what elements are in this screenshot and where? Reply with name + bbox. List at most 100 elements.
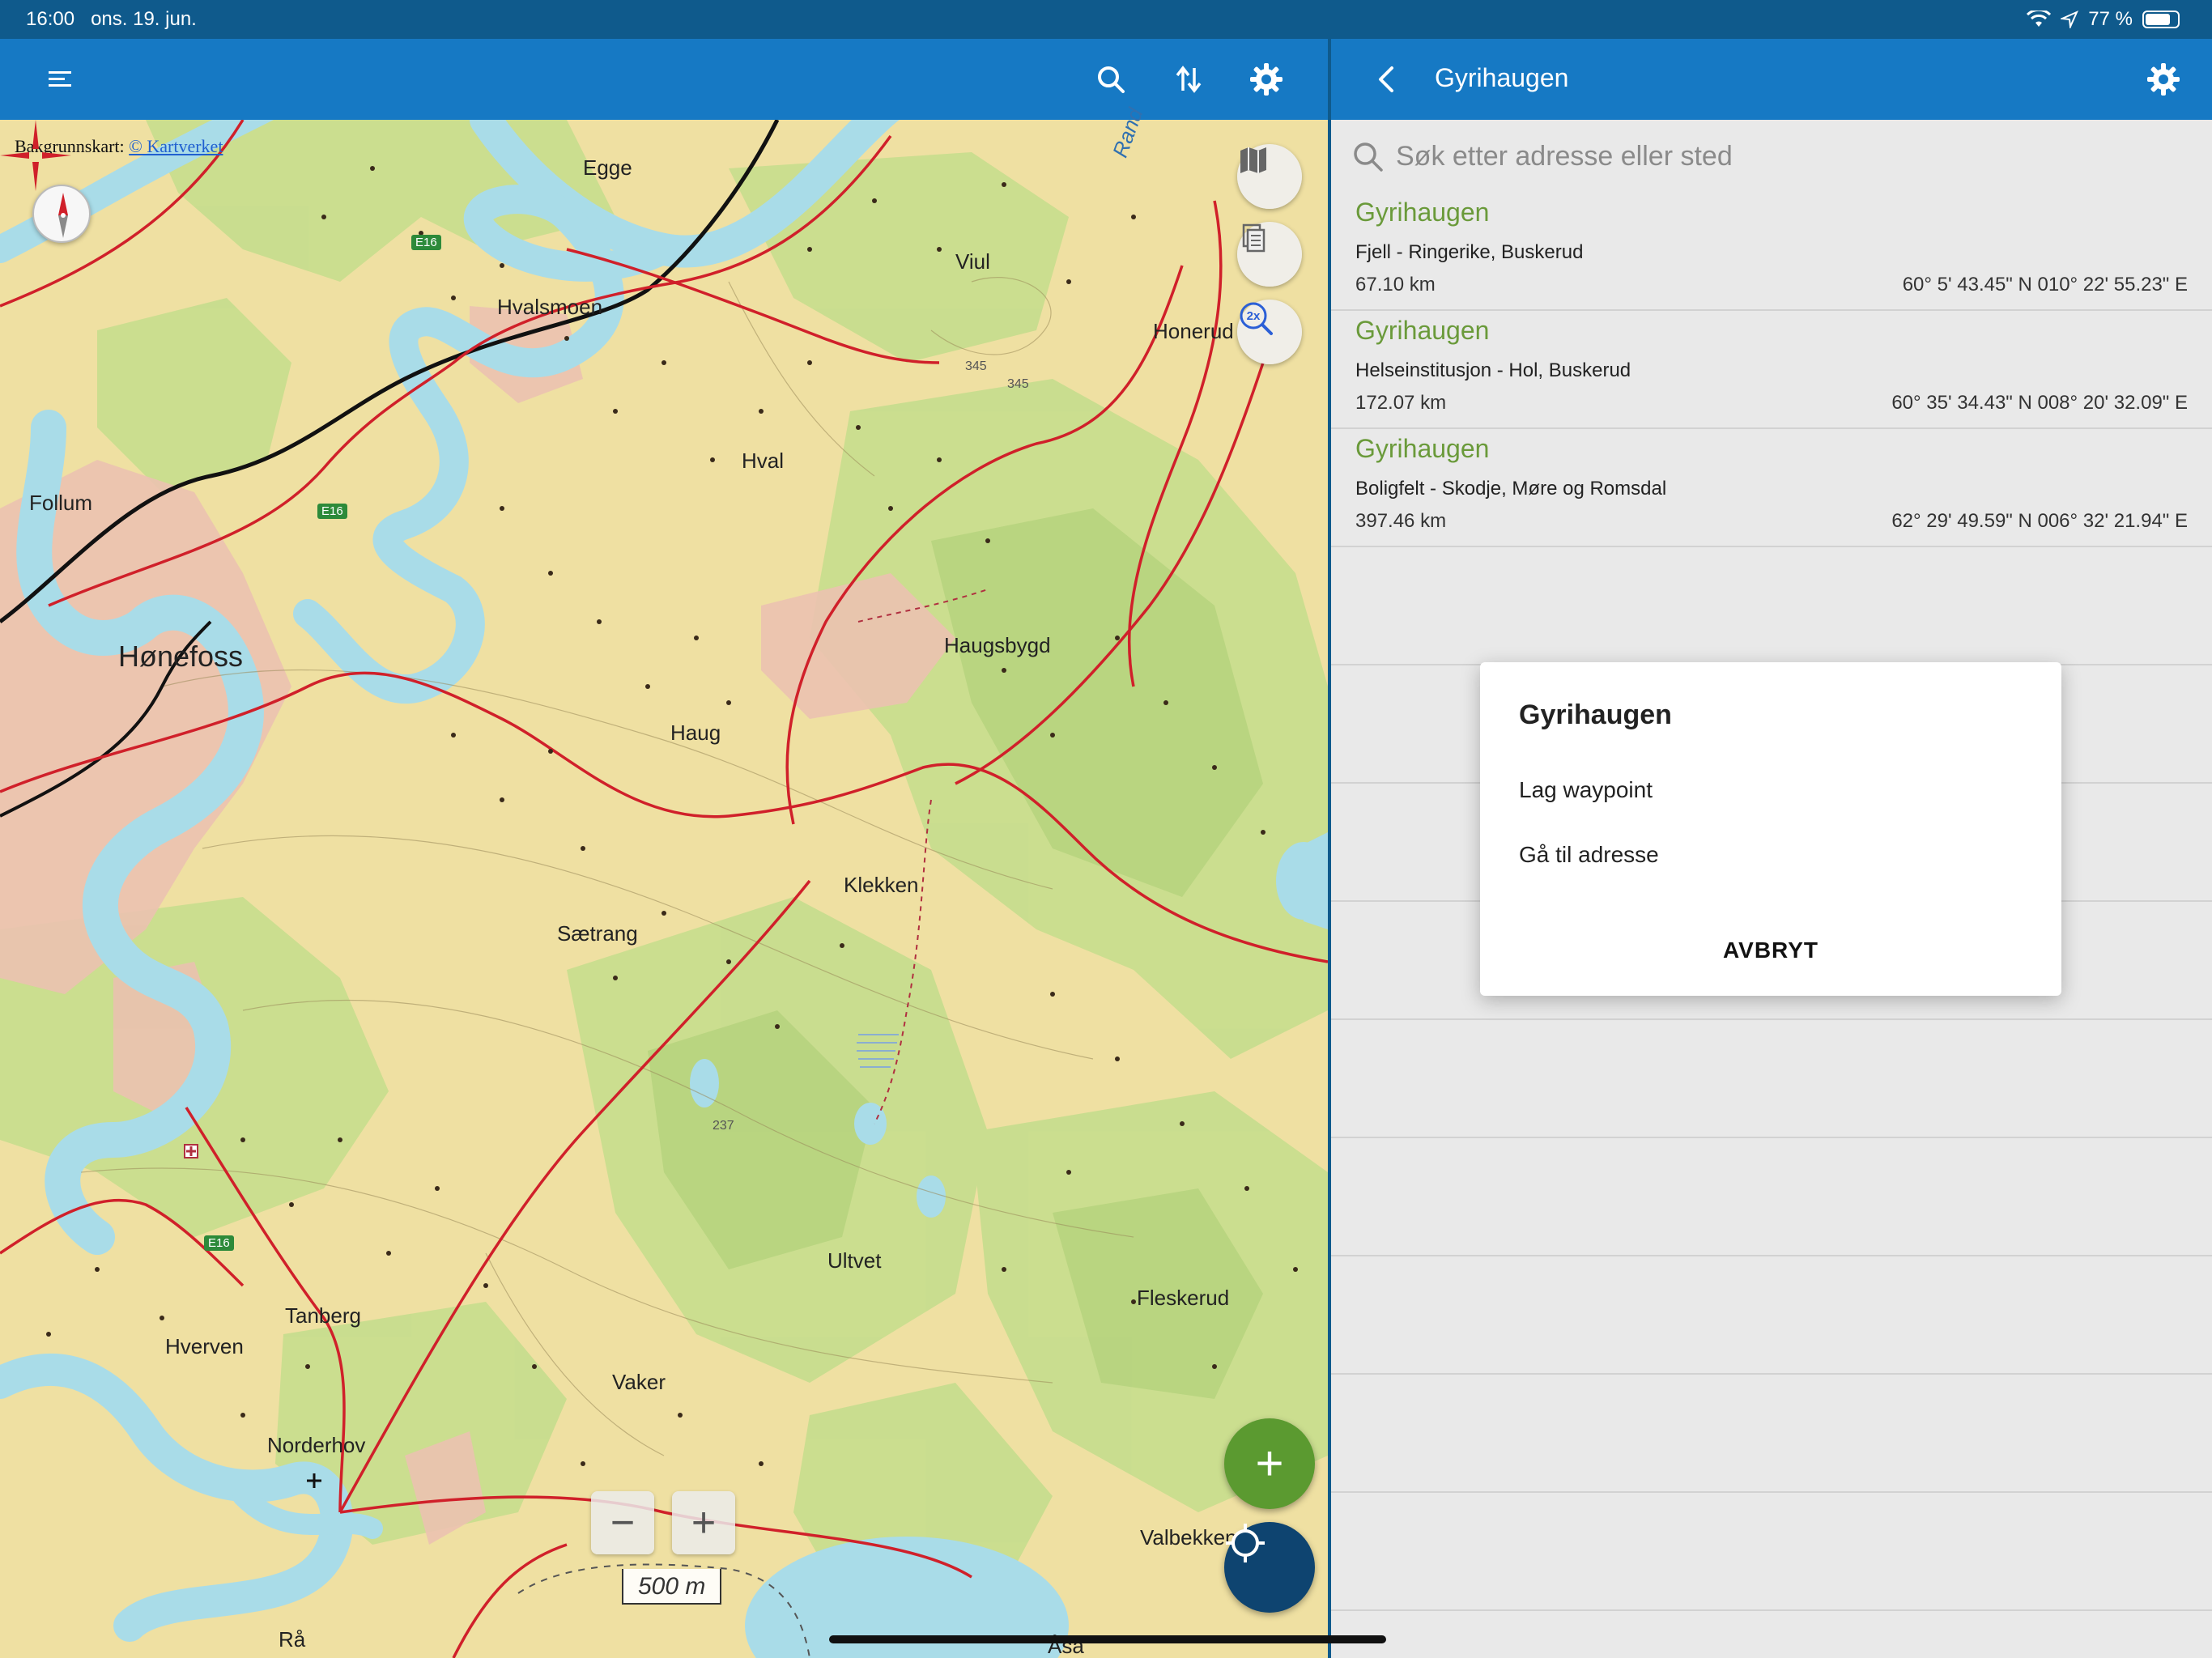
documents-icon (1242, 223, 1266, 253)
dialog-title: Gyrihaugen (1519, 699, 1672, 730)
search-icon (1098, 66, 1125, 93)
action-dialog: Gyrihaugen Lag waypoint Gå til adresse A… (1480, 662, 2061, 996)
app-root: 16:00 ons. 19. jun. 77 % Bakgrunnskart: … (0, 0, 2212, 1658)
place-label: Vaker (612, 1370, 666, 1394)
crosshair-icon (0, 120, 71, 191)
chevron-left-icon (1379, 66, 1393, 92)
home-indicator[interactable] (829, 1635, 1386, 1643)
zoom-2x-icon: 2x (1240, 302, 1273, 335)
search-result[interactable]: Gyrihaugen Boligfelt - Skodje, Møre og R… (1331, 429, 2212, 547)
place-label: Hønefoss (118, 640, 244, 673)
map-view[interactable]: Bakgrunnskart: © Kartverket Egge Viul Hv… (0, 105, 1328, 1658)
search-result[interactable]: Gyrihaugen Fjell - Ringerike, Buskerud 6… (1331, 193, 2212, 311)
result-coordinates: 60° 35' 34.43" N 008° 20' 32.09" E (1891, 392, 2188, 414)
result-type: Boligfelt - Skodje, Møre og Romsdal (1355, 478, 1667, 500)
compass-needle-icon (58, 193, 68, 238)
result-coordinates: 60° 5' 43.45" N 010° 22' 55.23" E (1902, 274, 2188, 295)
search-toolbar: Gyrihaugen (1331, 39, 2212, 120)
status-time: 16:00 ons. 19. jun. (26, 8, 197, 31)
zoom-in-label: + (691, 1499, 717, 1546)
search-bar (1331, 120, 2212, 193)
wifi-icon (2027, 11, 2052, 27)
list-divider (1331, 1373, 2212, 1375)
place-label: Rå (279, 1627, 306, 1652)
search-settings-button[interactable] (2141, 57, 2186, 102)
battery-percent: 77 % (2088, 8, 2133, 30)
back-button[interactable] (1363, 57, 1409, 102)
place-label: Valbekken (1140, 1525, 1237, 1550)
status-right: 77 % (2027, 8, 2180, 31)
status-bar: 16:00 ons. 19. jun. 77 % (0, 0, 2212, 39)
locate-crosshair-icon (1226, 1524, 1265, 1562)
map-layers-button[interactable] (1237, 144, 1302, 209)
sync-button[interactable] (1166, 57, 1211, 102)
map-icon (1240, 147, 1266, 173)
result-distance: 397.46 km (1355, 510, 1447, 532)
place-label: Hval (742, 449, 785, 473)
battery-icon (2142, 11, 2180, 28)
scale-label: 500 m (638, 1573, 706, 1600)
result-name: Gyrihaugen (1355, 316, 1490, 345)
road-sign-e16: E16 (204, 1235, 234, 1251)
elevation-label: 345 (1007, 377, 1029, 391)
list-divider (1331, 1137, 2212, 1138)
menu-button[interactable] (37, 57, 83, 102)
place-label: Ultvet (827, 1248, 882, 1273)
compass-button[interactable] (32, 185, 91, 243)
create-waypoint-option[interactable]: Lag waypoint (1519, 777, 1653, 803)
road-sign-e16: E16 (317, 504, 347, 519)
list-divider (1331, 1255, 2212, 1256)
result-type: Fjell - Ringerike, Buskerud (1355, 241, 1584, 263)
place-label: Klekken (844, 873, 919, 897)
gear-icon (1250, 63, 1283, 96)
elevation-label: 345 (965, 359, 987, 373)
gear-icon (2147, 63, 2180, 96)
search-title: Gyrihaugen (1435, 63, 1569, 92)
scale-bar: 500 m (622, 1569, 722, 1605)
elevation-label: 237 (713, 1119, 734, 1133)
up-down-arrows-icon (1176, 66, 1202, 93)
search-icon (1354, 142, 1383, 172)
zoom-in-button[interactable]: + (672, 1491, 735, 1554)
result-distance: 67.10 km (1355, 274, 1436, 295)
map-settings-button[interactable] (1244, 57, 1289, 102)
place-label: Haug (670, 721, 721, 745)
road-sign-e16: E16 (411, 235, 441, 250)
result-name: Gyrihaugen (1355, 434, 1490, 463)
plus-icon: + (1255, 1436, 1284, 1490)
search-input[interactable] (1396, 136, 2189, 176)
search-result[interactable]: Gyrihaugen Helseinstitusjon - Hol, Buske… (1331, 311, 2212, 429)
search-button[interactable] (1088, 57, 1134, 102)
map-overlays-button[interactable] (1237, 222, 1302, 287)
place-label: Follum (29, 491, 93, 515)
place-label: Tanberg (285, 1303, 361, 1328)
zoom-out-button[interactable]: − (591, 1491, 654, 1554)
add-button[interactable]: + (1224, 1418, 1315, 1509)
place-label: Hvalsmoen (497, 295, 603, 319)
kartverket-link[interactable]: © Kartverket (129, 136, 223, 156)
place-label: Sætrang (557, 921, 638, 946)
zoom-2x-label: 2x (1247, 309, 1261, 323)
place-label: Hverven (165, 1334, 244, 1358)
my-location-button[interactable] (1224, 1522, 1315, 1613)
location-arrow-icon (2061, 11, 2079, 28)
map-pane: Bakgrunnskart: © Kartverket Egge Viul Hv… (0, 39, 1328, 1658)
result-distance: 172.07 km (1355, 392, 1447, 414)
result-type: Helseinstitusjon - Hol, Buskerud (1355, 359, 1631, 381)
place-label: Viul (955, 249, 990, 274)
list-divider (1331, 1018, 2212, 1020)
go-to-address-option[interactable]: Gå til adresse (1519, 842, 1659, 868)
clock: 16:00 (26, 8, 75, 30)
topographic-map (0, 120, 1328, 1658)
status-date: ons. 19. jun. (91, 8, 197, 30)
place-label: Honerud (1153, 319, 1234, 343)
place-label: Norderhov (267, 1433, 366, 1457)
result-coordinates: 62° 29' 49.59" N 006° 32' 21.94" E (1891, 510, 2188, 532)
cancel-button[interactable]: AVBRYT (1480, 937, 2061, 963)
map-detail-zoom-button[interactable]: 2x (1237, 300, 1302, 364)
zoom-out-label: − (610, 1499, 636, 1546)
place-label: Fleskerud (1137, 1286, 1230, 1310)
result-name: Gyrihaugen (1355, 198, 1490, 227)
place-label: Egge (583, 155, 632, 180)
place-label: Haugsbygd (944, 633, 1051, 657)
